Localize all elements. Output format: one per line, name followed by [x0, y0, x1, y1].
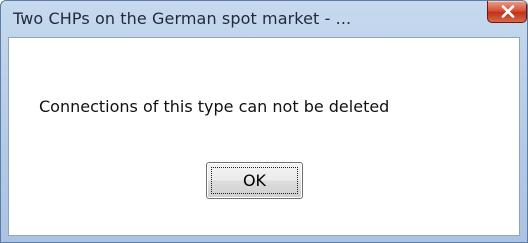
close-button[interactable] [487, 1, 527, 23]
window-title: Two CHPs on the German spot market - ... [13, 9, 352, 28]
ok-button-label: OK [242, 171, 267, 190]
ok-button[interactable]: OK [206, 162, 303, 199]
dialog-window: Two CHPs on the German spot market - ...… [0, 0, 528, 243]
dialog-body: Connections of this type can not be dele… [8, 37, 520, 236]
close-icon [501, 5, 515, 18]
dialog-message: Connections of this type can not be dele… [39, 97, 390, 116]
title-bar[interactable]: Two CHPs on the German spot market - ... [1, 1, 527, 37]
